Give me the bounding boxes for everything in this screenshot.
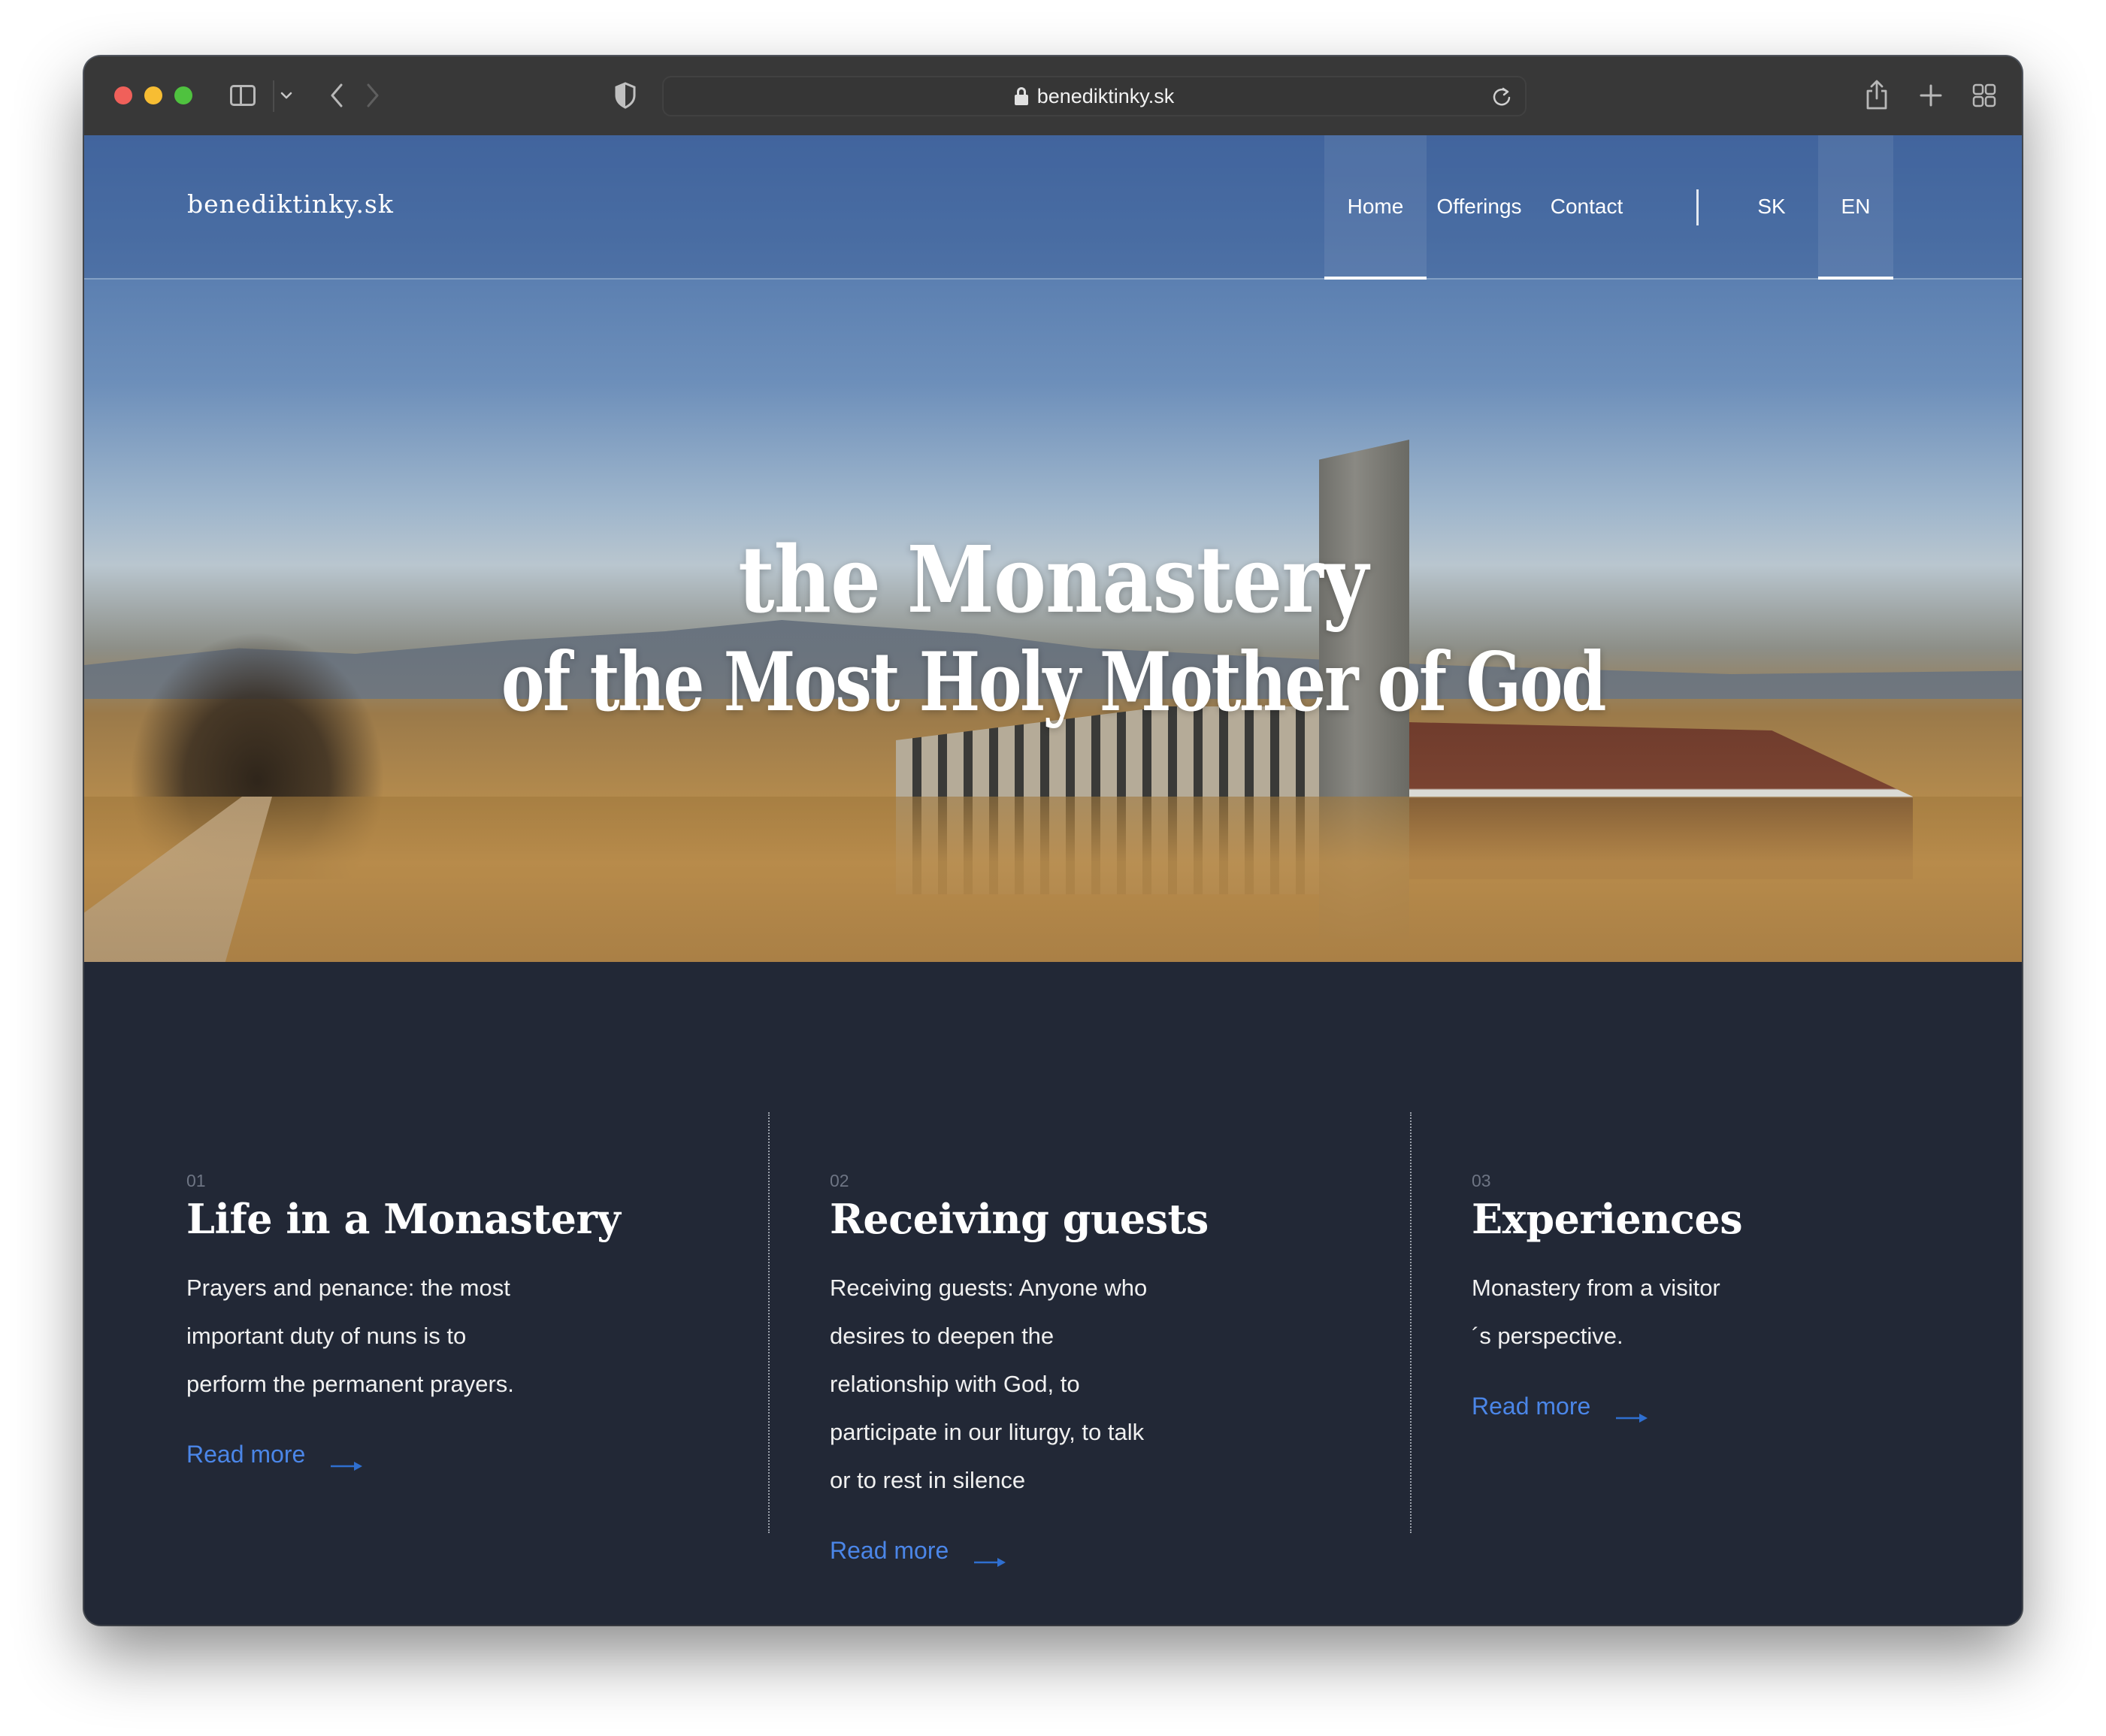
shield-icon[interactable]	[610, 79, 640, 112]
description-line: ´s perspective.	[1472, 1323, 1623, 1349]
feature-title: Receiving guests	[830, 1195, 1209, 1243]
grid-icon[interactable]	[1969, 80, 1999, 110]
hero-background-field	[84, 797, 2022, 962]
nav-contact[interactable]: Contact	[1532, 135, 1642, 278]
zoom-window-button[interactable]	[174, 86, 192, 104]
header-divider	[84, 278, 2022, 280]
description-line: Monastery from a visitor	[1472, 1275, 1720, 1301]
description-line: participate in our liturgy, to talk	[830, 1419, 1145, 1445]
description-line: or to rest in silence	[830, 1467, 1026, 1493]
reload-icon[interactable]	[1489, 83, 1514, 110]
chevron-right-icon[interactable]	[359, 79, 386, 112]
feature-number: 03	[1472, 1171, 1491, 1190]
sidebar-icon[interactable]	[229, 83, 256, 107]
read-more-label[interactable]: Read more	[186, 1441, 305, 1468]
nav-offerings[interactable]: Offerings	[1427, 135, 1532, 278]
language-en[interactable]: EN	[1818, 135, 1893, 280]
browser-window: benediktinky.sk benediktinky.sk Home Off…	[84, 56, 2022, 1625]
description-line: relationship with God, to	[830, 1371, 1080, 1397]
read-more-link[interactable]: Read more	[1472, 1393, 1648, 1423]
hero-title-line-2: of the Most Holy Mother of God	[501, 635, 1607, 730]
chevron-down-icon[interactable]	[277, 83, 295, 107]
lock-icon	[1014, 87, 1028, 105]
description-line: desires to deepen the	[830, 1323, 1055, 1349]
hero-title: the Monastery of the Most Holy Mother of…	[84, 534, 2022, 723]
description-line: Prayers and penance: the most	[186, 1275, 510, 1301]
description-line: perform the permanent prayers.	[186, 1371, 514, 1397]
feature-number: 02	[830, 1171, 849, 1190]
description-line: important duty of nuns is to	[186, 1323, 467, 1349]
column-divider	[1410, 1112, 1412, 1533]
feature-description: Monastery from a visitor ´s perspective.	[1472, 1264, 1817, 1360]
nav-divider	[1696, 189, 1699, 225]
features-section: 01 Life in a Monastery Prayers and penan…	[84, 962, 2022, 1625]
address-bar[interactable]: benediktinky.sk	[662, 76, 1527, 116]
feature-number: 01	[186, 1171, 206, 1190]
feature-title: Experiences	[1472, 1195, 1743, 1243]
minimize-window-button[interactable]	[144, 86, 162, 104]
close-window-button[interactable]	[114, 86, 132, 104]
url-text[interactable]: benediktinky.sk	[1037, 85, 1175, 108]
chevron-left-icon[interactable]	[323, 79, 350, 112]
read-more-link[interactable]: Read more	[186, 1441, 363, 1471]
language-sk[interactable]: SK	[1736, 135, 1807, 278]
toolbar-divider	[273, 80, 274, 112]
feature-description: Prayers and penance: the most important …	[186, 1264, 532, 1408]
hero-title-line-1: the Monastery	[738, 525, 1369, 634]
arrow-right-icon	[974, 1546, 1006, 1567]
browser-toolbar: benediktinky.sk	[84, 56, 2022, 137]
read-more-link[interactable]: Read more	[830, 1537, 1006, 1567]
feature-description: Receiving guests: Anyone who desires to …	[830, 1264, 1176, 1505]
site-logo[interactable]: benediktinky.sk	[187, 189, 394, 219]
read-more-label[interactable]: Read more	[1472, 1393, 1590, 1420]
arrow-right-icon	[1616, 1402, 1648, 1423]
hero-section: benediktinky.sk Home Offerings Contact S…	[84, 135, 2022, 962]
feature-title: Life in a Monastery	[186, 1195, 621, 1243]
description-line: Receiving guests: Anyone who	[830, 1275, 1148, 1301]
column-divider	[768, 1112, 770, 1533]
arrow-right-icon	[331, 1450, 363, 1471]
share-icon[interactable]	[1862, 76, 1892, 113]
read-more-label[interactable]: Read more	[830, 1537, 949, 1565]
plus-icon[interactable]	[1916, 79, 1946, 112]
nav-home[interactable]: Home	[1324, 135, 1427, 280]
